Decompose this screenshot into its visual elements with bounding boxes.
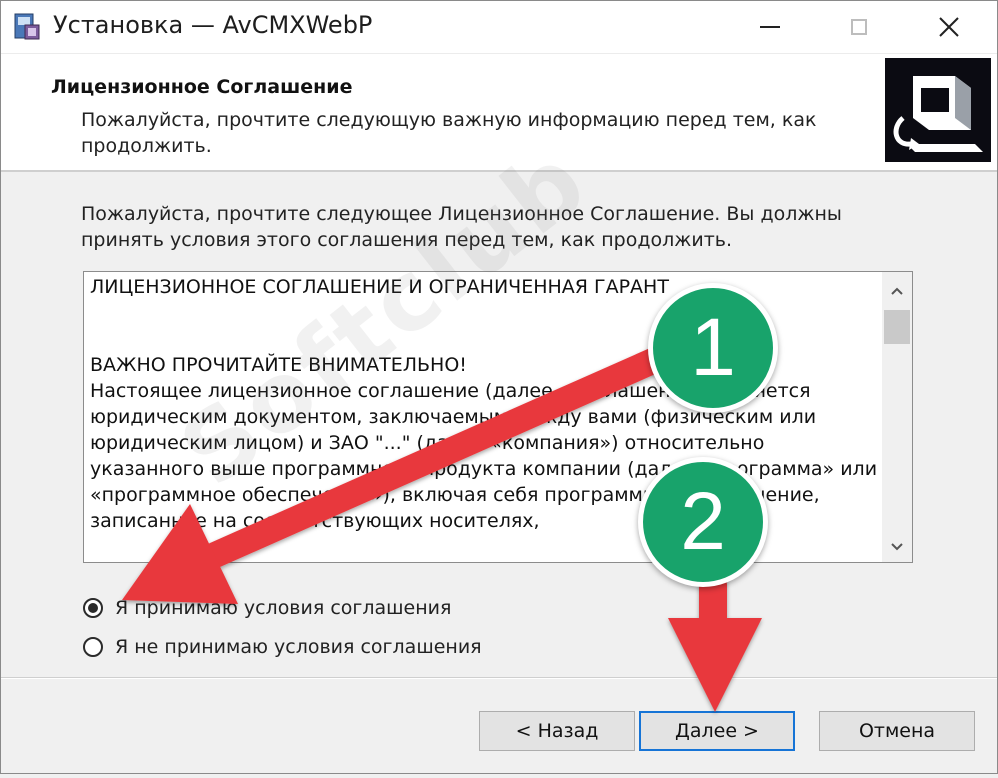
cancel-button[interactable]: Отмена <box>819 711 975 751</box>
next-button[interactable]: Далее > <box>639 711 795 751</box>
license-text: ЛИЦЕНЗИОННОЕ СОГЛАШЕНИЕ И ОГРАНИЧЕННАЯ Г… <box>90 276 878 532</box>
maximize-icon <box>851 19 867 35</box>
footer-divider <box>1 677 997 679</box>
minimize-icon <box>760 26 780 28</box>
back-button[interactable]: < Назад <box>479 711 635 751</box>
title-bar: Установка — AvCMXWebP <box>1 1 997 54</box>
chevron-down-icon <box>891 543 903 551</box>
page-description: Пожалуйста, прочтите следующую важную ин… <box>81 109 817 157</box>
decline-radio[interactable]: Я не принимаю условия соглашения <box>83 632 482 662</box>
minimize-button[interactable] <box>725 1 815 53</box>
setup-computer-icon <box>885 58 991 162</box>
license-scrollbar[interactable] <box>882 272 912 562</box>
window-title: Установка — AvCMXWebP <box>53 11 373 39</box>
intro-text: Пожалуйста, прочтите следующее Лицензион… <box>81 203 842 251</box>
accept-radio-circle[interactable] <box>83 598 103 618</box>
scroll-up-button[interactable] <box>882 276 912 306</box>
license-textbox[interactable]: ЛИЦЕНЗИОННОЕ СОГЛАШЕНИЕ И ОГРАНИЧЕННАЯ Г… <box>83 271 913 563</box>
installer-icon <box>11 11 43 43</box>
scroll-down-button[interactable] <box>882 532 912 562</box>
accept-radio-label[interactable]: Я принимаю условия соглашения <box>115 597 451 619</box>
decline-radio-circle[interactable] <box>83 637 103 657</box>
maximize-button[interactable] <box>814 1 904 53</box>
decline-radio-label[interactable]: Я не принимаю условия соглашения <box>115 636 482 658</box>
accept-radio[interactable]: Я принимаю условия соглашения <box>83 593 451 623</box>
close-icon <box>939 17 959 37</box>
scroll-thumb[interactable] <box>884 310 910 344</box>
installer-window: Установка — AvCMXWebP Лицензионное Согла… <box>0 0 998 774</box>
wizard-header: Лицензионное Соглашение Пожалуйста, проч… <box>1 54 997 172</box>
close-button[interactable] <box>904 1 994 53</box>
chevron-up-icon <box>891 287 903 295</box>
page-title: Лицензионное Соглашение <box>51 76 353 98</box>
